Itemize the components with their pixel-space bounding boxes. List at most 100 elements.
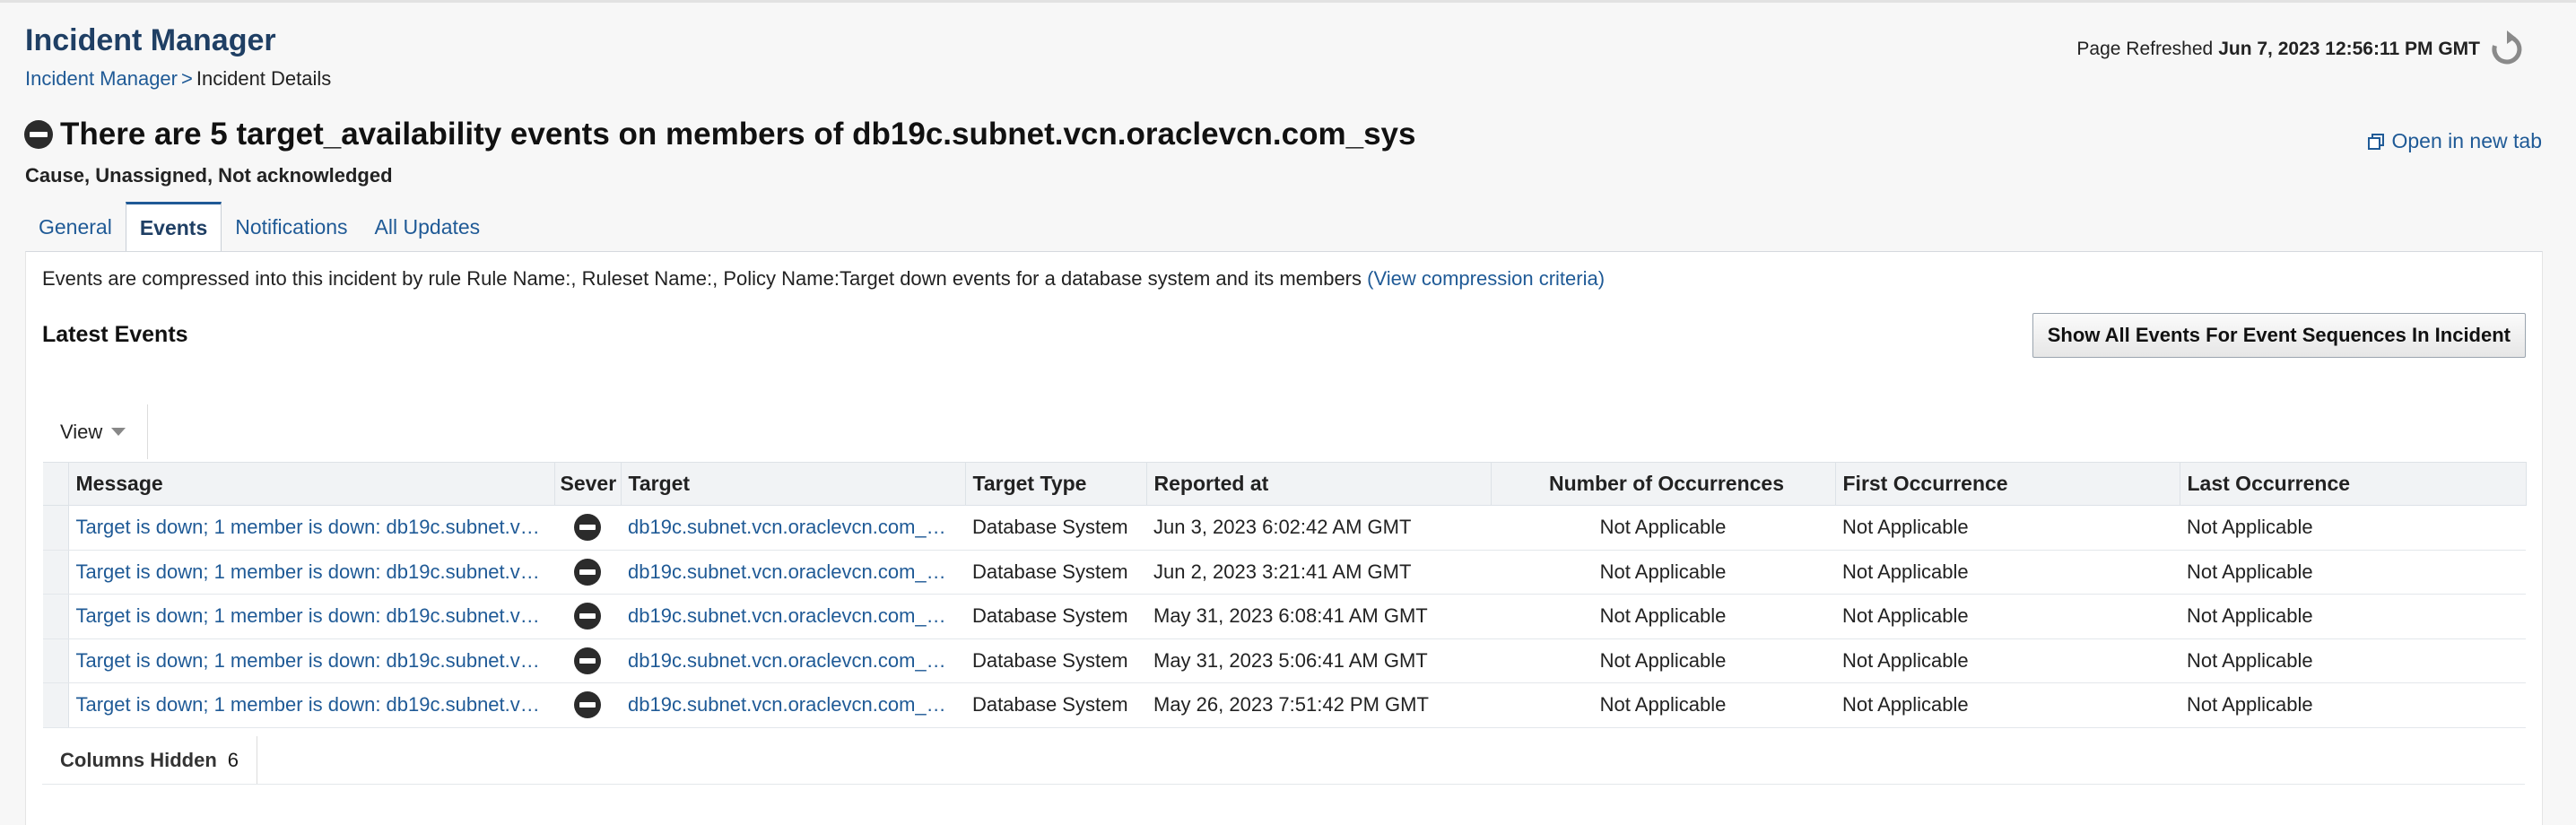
column-header-last-occurrence[interactable]: Last Occurrence	[2180, 462, 2527, 506]
first-occurrence-cell: Not Applicable	[1835, 638, 2180, 683]
page-title: Incident Manager	[25, 23, 276, 57]
row-selector[interactable]	[43, 594, 69, 639]
compression-info: Events are compressed into this incident…	[42, 267, 1605, 291]
view-menu-label: View	[60, 420, 103, 443]
table-row[interactable]: Target is down; 1 member is down: db19c.…	[43, 505, 2526, 551]
table-row[interactable]: Target is down; 1 member is down: db19c.…	[43, 594, 2526, 639]
fatal-severity-icon	[574, 691, 601, 719]
table-row[interactable]: Target is down; 1 member is down: db19c.…	[43, 638, 2526, 683]
first-occurrence-cell: Not Applicable	[1835, 594, 2180, 639]
column-header-message[interactable]: Message	[68, 462, 555, 506]
open-in-new-tab-label: Open in new tab	[2391, 129, 2542, 152]
reported-at-cell: May 26, 2023 7:51:42 PM GMT	[1146, 682, 1491, 728]
column-header-occurrences[interactable]: Number of Occurrences	[1491, 462, 1836, 506]
event-message-link[interactable]: Target is down; 1 member is down: db19c.…	[68, 550, 554, 595]
fatal-severity-icon	[574, 603, 601, 630]
tab-all-updates[interactable]: All Updates	[361, 202, 494, 252]
row-selector[interactable]	[43, 638, 69, 683]
columns-hidden-label: Columns Hidden	[60, 749, 217, 771]
target-link[interactable]: db19c.subnet.vcn.oraclevcn.com_…	[621, 505, 965, 551]
tab-events[interactable]: Events	[125, 202, 222, 253]
incident-status: Cause, Unassigned, Not acknowledged	[25, 164, 393, 187]
event-message-link[interactable]: Target is down; 1 member is down: db19c.…	[68, 682, 554, 728]
incident-tabs: General Events Notifications All Updates	[25, 202, 494, 253]
target-type-cell: Database System	[965, 638, 1146, 683]
target-link[interactable]: db19c.subnet.vcn.oraclevcn.com_…	[621, 594, 965, 639]
target-type-cell: Database System	[965, 550, 1146, 595]
refresh-label: Page Refreshed	[2076, 39, 2214, 59]
tab-notifications[interactable]: Notifications	[222, 202, 361, 252]
view-menu[interactable]: View	[42, 404, 148, 459]
last-occurrence-cell: Not Applicable	[2180, 505, 2526, 551]
event-message-link[interactable]: Target is down; 1 member is down: db19c.…	[68, 638, 554, 683]
breadcrumb-separator: >	[181, 67, 193, 90]
severity-cell	[554, 594, 621, 639]
row-selector-header	[43, 462, 69, 506]
target-link[interactable]: db19c.subnet.vcn.oraclevcn.com_…	[621, 682, 965, 728]
columns-hidden-status[interactable]: Columns Hidden 6	[42, 736, 258, 785]
tab-general[interactable]: General	[25, 202, 126, 252]
last-occurrence-cell: Not Applicable	[2180, 550, 2526, 595]
first-occurrence-cell: Not Applicable	[1835, 550, 2180, 595]
incident-title-row: There are 5 target_availability events o…	[24, 117, 1415, 152]
latest-events-heading: Latest Events	[42, 322, 188, 347]
last-occurrence-cell: Not Applicable	[2180, 594, 2526, 639]
top-border	[0, 0, 2576, 3]
refresh-icon[interactable]	[2487, 30, 2527, 69]
severity-cell	[554, 638, 621, 683]
breadcrumb: Incident Manager > Incident Details	[25, 67, 331, 91]
last-occurrence-cell: Not Applicable	[2180, 638, 2526, 683]
table-footer-divider	[42, 784, 2525, 785]
first-occurrence-cell: Not Applicable	[1835, 682, 2180, 728]
target-type-cell: Database System	[965, 682, 1146, 728]
open-in-new-tab-link[interactable]: Open in new tab	[2368, 129, 2542, 153]
row-selector[interactable]	[43, 682, 69, 728]
compression-text: Events are compressed into this incident…	[42, 267, 1362, 290]
target-type-cell: Database System	[965, 594, 1146, 639]
column-header-first-occurrence[interactable]: First Occurrence	[1835, 462, 2180, 506]
incident-title: There are 5 target_availability events o…	[60, 117, 1416, 152]
column-header-target-type[interactable]: Target Type	[965, 462, 1147, 506]
occurrences-cell: Not Applicable	[1491, 505, 1835, 551]
event-message-link[interactable]: Target is down; 1 member is down: db19c.…	[68, 594, 554, 639]
severity-cell	[554, 505, 621, 551]
fatal-severity-icon	[574, 647, 601, 674]
first-occurrence-cell: Not Applicable	[1835, 505, 2180, 551]
table-row[interactable]: Target is down; 1 member is down: db19c.…	[43, 550, 2526, 595]
fatal-severity-icon	[574, 514, 601, 542]
reported-at-cell: Jun 2, 2023 3:21:41 AM GMT	[1146, 550, 1491, 595]
severity-cell	[554, 550, 621, 595]
occurrences-cell: Not Applicable	[1491, 594, 1835, 639]
fatal-severity-icon	[574, 558, 601, 586]
reported-at-cell: May 31, 2023 6:08:41 AM GMT	[1146, 594, 1491, 639]
row-selector[interactable]	[43, 505, 69, 551]
table-header-row: Message Sever Target Target Type Reporte…	[43, 462, 2527, 506]
target-link[interactable]: db19c.subnet.vcn.oraclevcn.com_…	[621, 550, 965, 595]
reported-at-cell: May 31, 2023 5:06:41 AM GMT	[1146, 638, 1491, 683]
row-selector[interactable]	[43, 550, 69, 595]
view-compression-criteria-link[interactable]: (View compression criteria)	[1367, 267, 1605, 290]
occurrences-cell: Not Applicable	[1491, 682, 1835, 728]
breadcrumb-current: Incident Details	[196, 67, 332, 90]
show-all-events-button[interactable]: Show All Events For Event Sequences In I…	[2032, 313, 2526, 358]
dropdown-arrow-icon	[111, 428, 126, 436]
target-link[interactable]: db19c.subnet.vcn.oraclevcn.com_…	[621, 638, 965, 683]
fatal-severity-icon	[24, 120, 53, 149]
columns-hidden-count: 6	[227, 749, 239, 771]
target-type-cell: Database System	[965, 505, 1146, 551]
reported-at-cell: Jun 3, 2023 6:02:42 AM GMT	[1146, 505, 1491, 551]
event-message-link[interactable]: Target is down; 1 member is down: db19c.…	[68, 505, 554, 551]
column-header-target[interactable]: Target	[621, 462, 966, 506]
open-new-tab-icon	[2368, 133, 2385, 150]
table-row[interactable]: Target is down; 1 member is down: db19c.…	[43, 682, 2526, 728]
occurrences-cell: Not Applicable	[1491, 638, 1835, 683]
last-occurrence-cell: Not Applicable	[2180, 682, 2526, 728]
column-header-reported-at[interactable]: Reported at	[1146, 462, 1492, 506]
events-panel: Events are compressed into this incident…	[25, 251, 2543, 825]
page-refresh-status: Page Refreshed Jun 7, 2023 12:56:11 PM G…	[2076, 30, 2527, 69]
column-header-severity[interactable]: Sever	[554, 462, 622, 506]
severity-cell	[554, 682, 621, 728]
breadcrumb-incident-manager-link[interactable]: Incident Manager	[25, 67, 178, 90]
refresh-time: Jun 7, 2023 12:56:11 PM GMT	[2218, 39, 2480, 59]
events-table: Message Sever Target Target Type Reporte…	[43, 462, 2527, 728]
